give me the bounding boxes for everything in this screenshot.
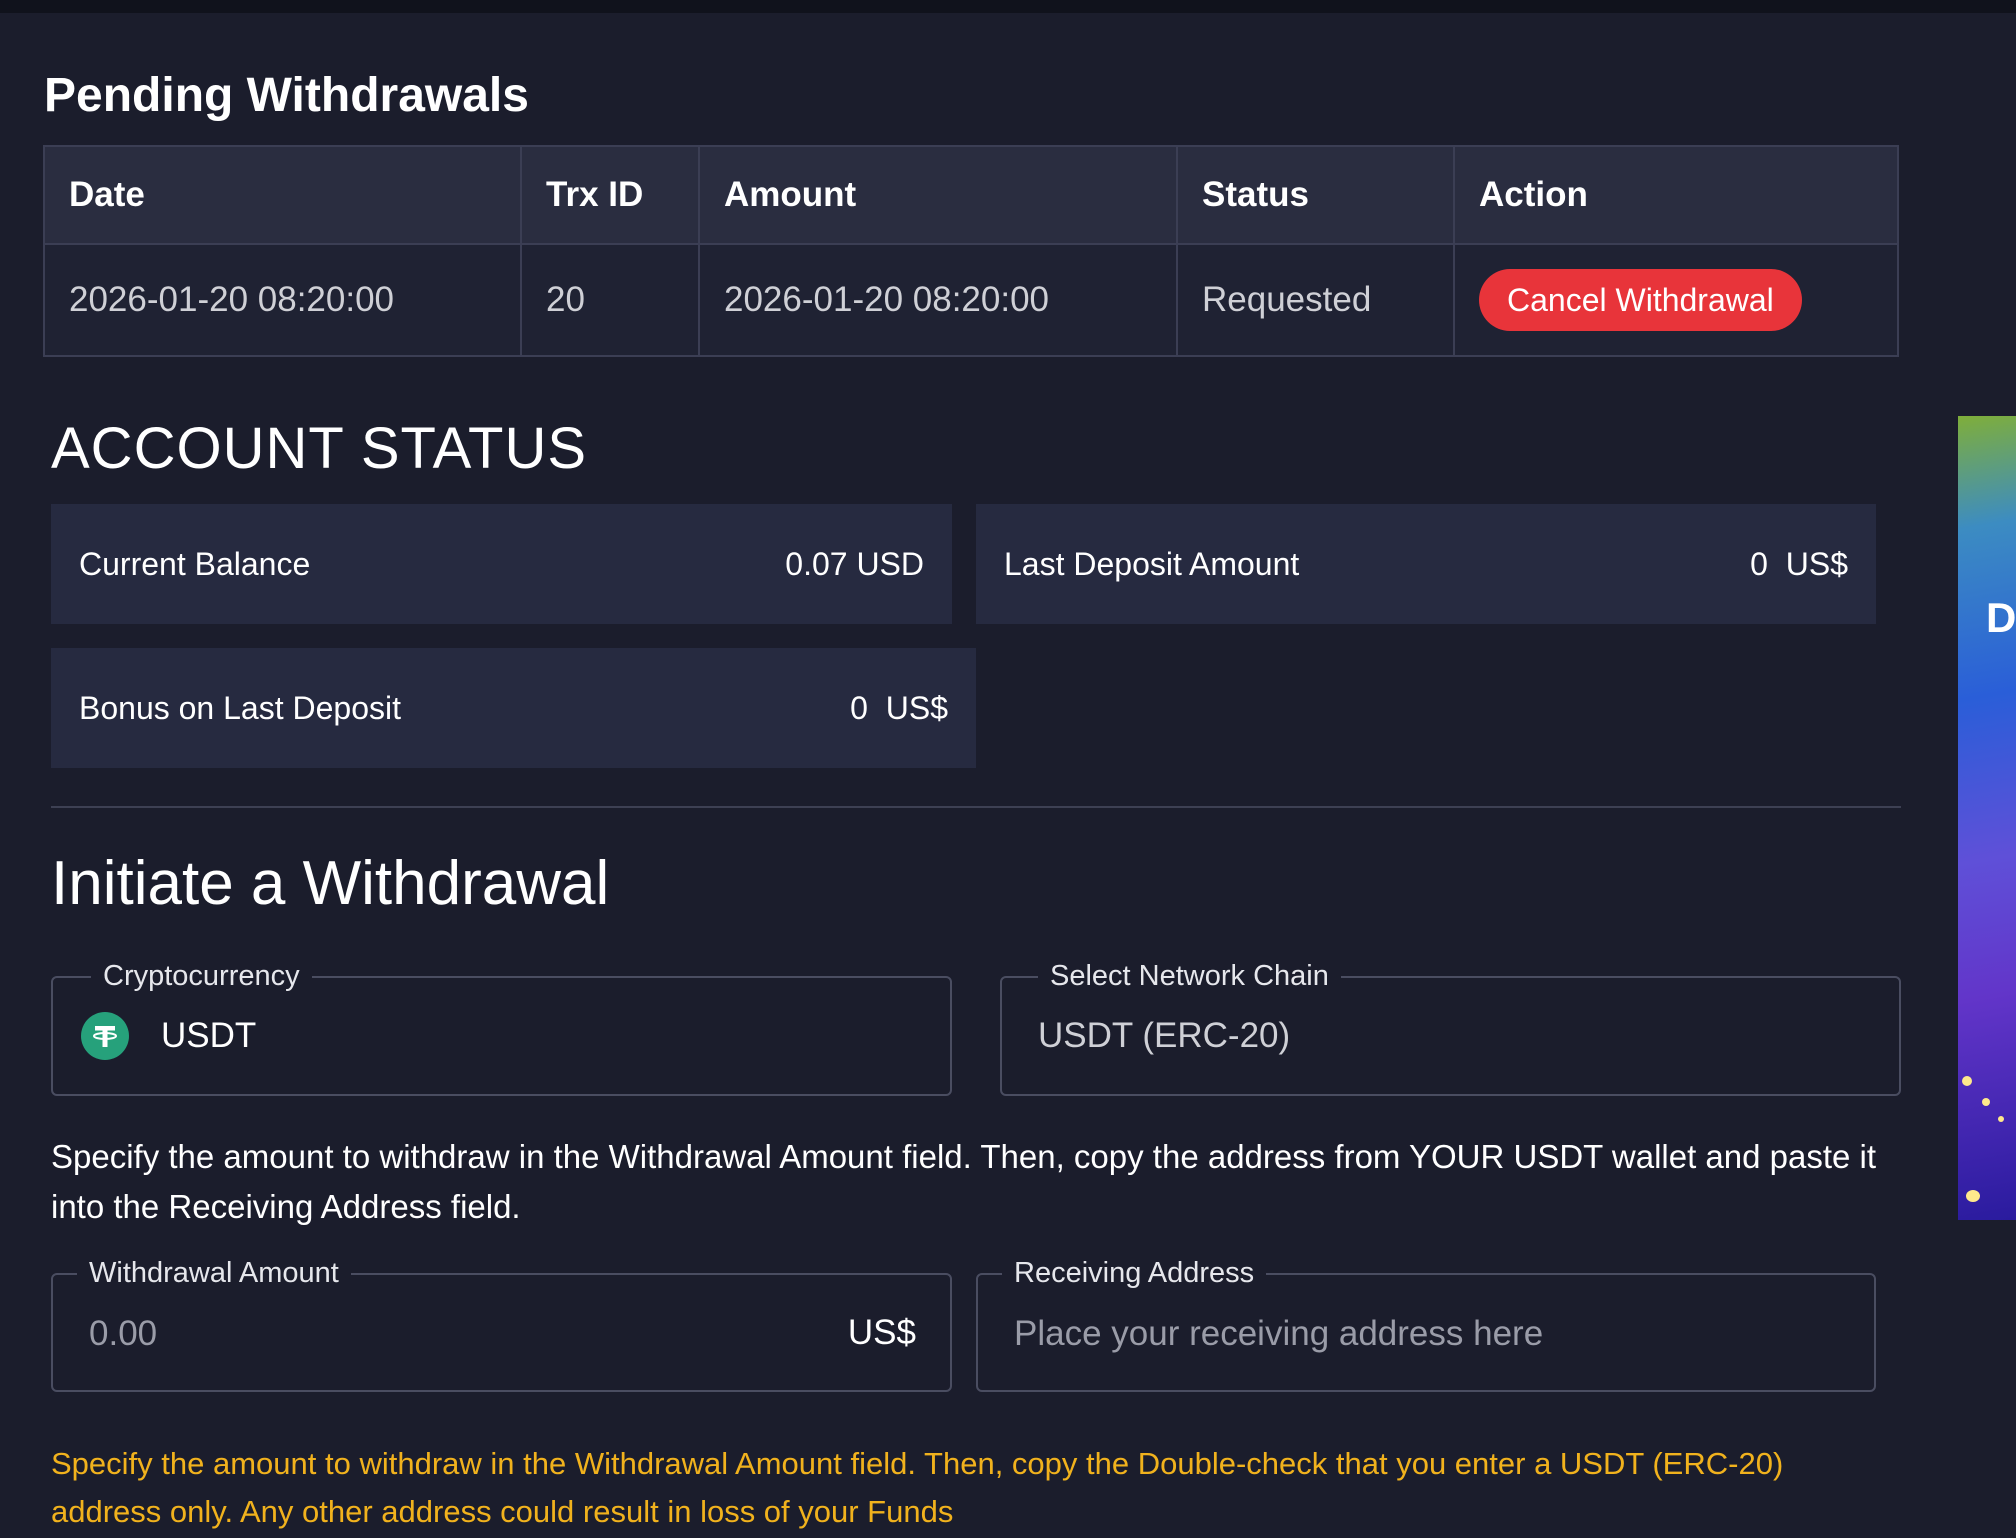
warning-message: Specify the amount to withdraw in the Wi…: [51, 1446, 1784, 1529]
withdrawal-amount-legend: Withdrawal Amount: [77, 1253, 351, 1293]
cell-trx-id: 20: [520, 243, 700, 357]
bonus-last-deposit-label: Bonus on Last Deposit: [79, 689, 401, 726]
receiving-address-legend: Receiving Address: [1002, 1253, 1267, 1293]
cancel-withdrawal-button[interactable]: Cancel Withdrawal: [1479, 269, 1802, 331]
cell-action: Cancel Withdrawal: [1453, 243, 1899, 357]
sparkle-decoration: [1962, 1076, 1972, 1086]
current-balance-value: 0.07 USD: [785, 545, 924, 582]
sparkle-decoration: [1966, 1190, 1980, 1202]
bonus-last-deposit-card: Bonus on Last Deposit 0 US$: [51, 648, 976, 768]
column-header-date: Date: [43, 145, 522, 245]
column-header-amount: Amount: [698, 145, 1178, 245]
cell-status: Requested: [1176, 243, 1455, 357]
cell-amount: 2026-01-20 08:20:00: [698, 243, 1178, 357]
receiving-address-field: Receiving Address: [976, 1253, 1876, 1392]
column-header-trx-id: Trx ID: [520, 145, 700, 245]
bonus-last-deposit-value: 0 US$: [850, 689, 948, 726]
side-ad-banner[interactable]: D: [1958, 416, 2016, 1220]
sparkle-decoration: [1982, 1098, 1990, 1106]
last-deposit-value: 0 US$: [1750, 545, 1848, 582]
last-deposit-label: Last Deposit Amount: [1004, 545, 1300, 582]
withdrawal-amount-input[interactable]: [87, 1307, 791, 1361]
section-divider: [51, 806, 1901, 808]
network-chain-legend: Select Network Chain: [1038, 956, 1341, 996]
pending-withdrawals-title: Pending Withdrawals: [44, 69, 529, 122]
cryptocurrency-value: USDT: [161, 1016, 257, 1055]
receiving-address-input[interactable]: [1012, 1307, 1836, 1361]
currency-suffix: US$: [847, 1313, 916, 1352]
network-chain-value: USDT (ERC-20): [1038, 1016, 1291, 1055]
initiate-withdrawal-title: Initiate a Withdrawal: [51, 849, 610, 918]
cryptocurrency-select[interactable]: Cryptocurrency USDT: [51, 956, 952, 1096]
tether-icon: [81, 1012, 129, 1060]
current-balance-label: Current Balance: [79, 545, 311, 582]
current-balance-card: Current Balance 0.07 USD: [51, 504, 952, 624]
ad-banner-text: D: [1986, 594, 2016, 641]
cryptocurrency-legend: Cryptocurrency: [91, 956, 312, 996]
column-header-action: Action: [1453, 145, 1899, 245]
last-deposit-card: Last Deposit Amount 0 US$: [976, 504, 1876, 624]
top-bar: [0, 0, 2016, 13]
column-header-status: Status: [1176, 145, 1455, 245]
withdrawal-amount-field: Withdrawal Amount US$: [51, 1253, 952, 1392]
network-chain-select[interactable]: Select Network Chain USDT (ERC-20): [1000, 956, 1901, 1096]
pending-withdrawals-table: Date Trx ID Amount Status Action 2026-01…: [43, 145, 1899, 357]
sparkle-decoration: [1998, 1116, 2004, 1122]
cell-date: 2026-01-20 08:20:00: [43, 243, 522, 357]
account-status-title: ACCOUNT STATUS: [51, 416, 588, 481]
table-header-row: Date Trx ID Amount Status Action: [43, 145, 1899, 245]
table-row: 2026-01-20 08:20:00 20 2026-01-20 08:20:…: [43, 243, 1899, 357]
withdrawal-instruction: Specify the amount to withdraw in the Wi…: [51, 1138, 1877, 1225]
